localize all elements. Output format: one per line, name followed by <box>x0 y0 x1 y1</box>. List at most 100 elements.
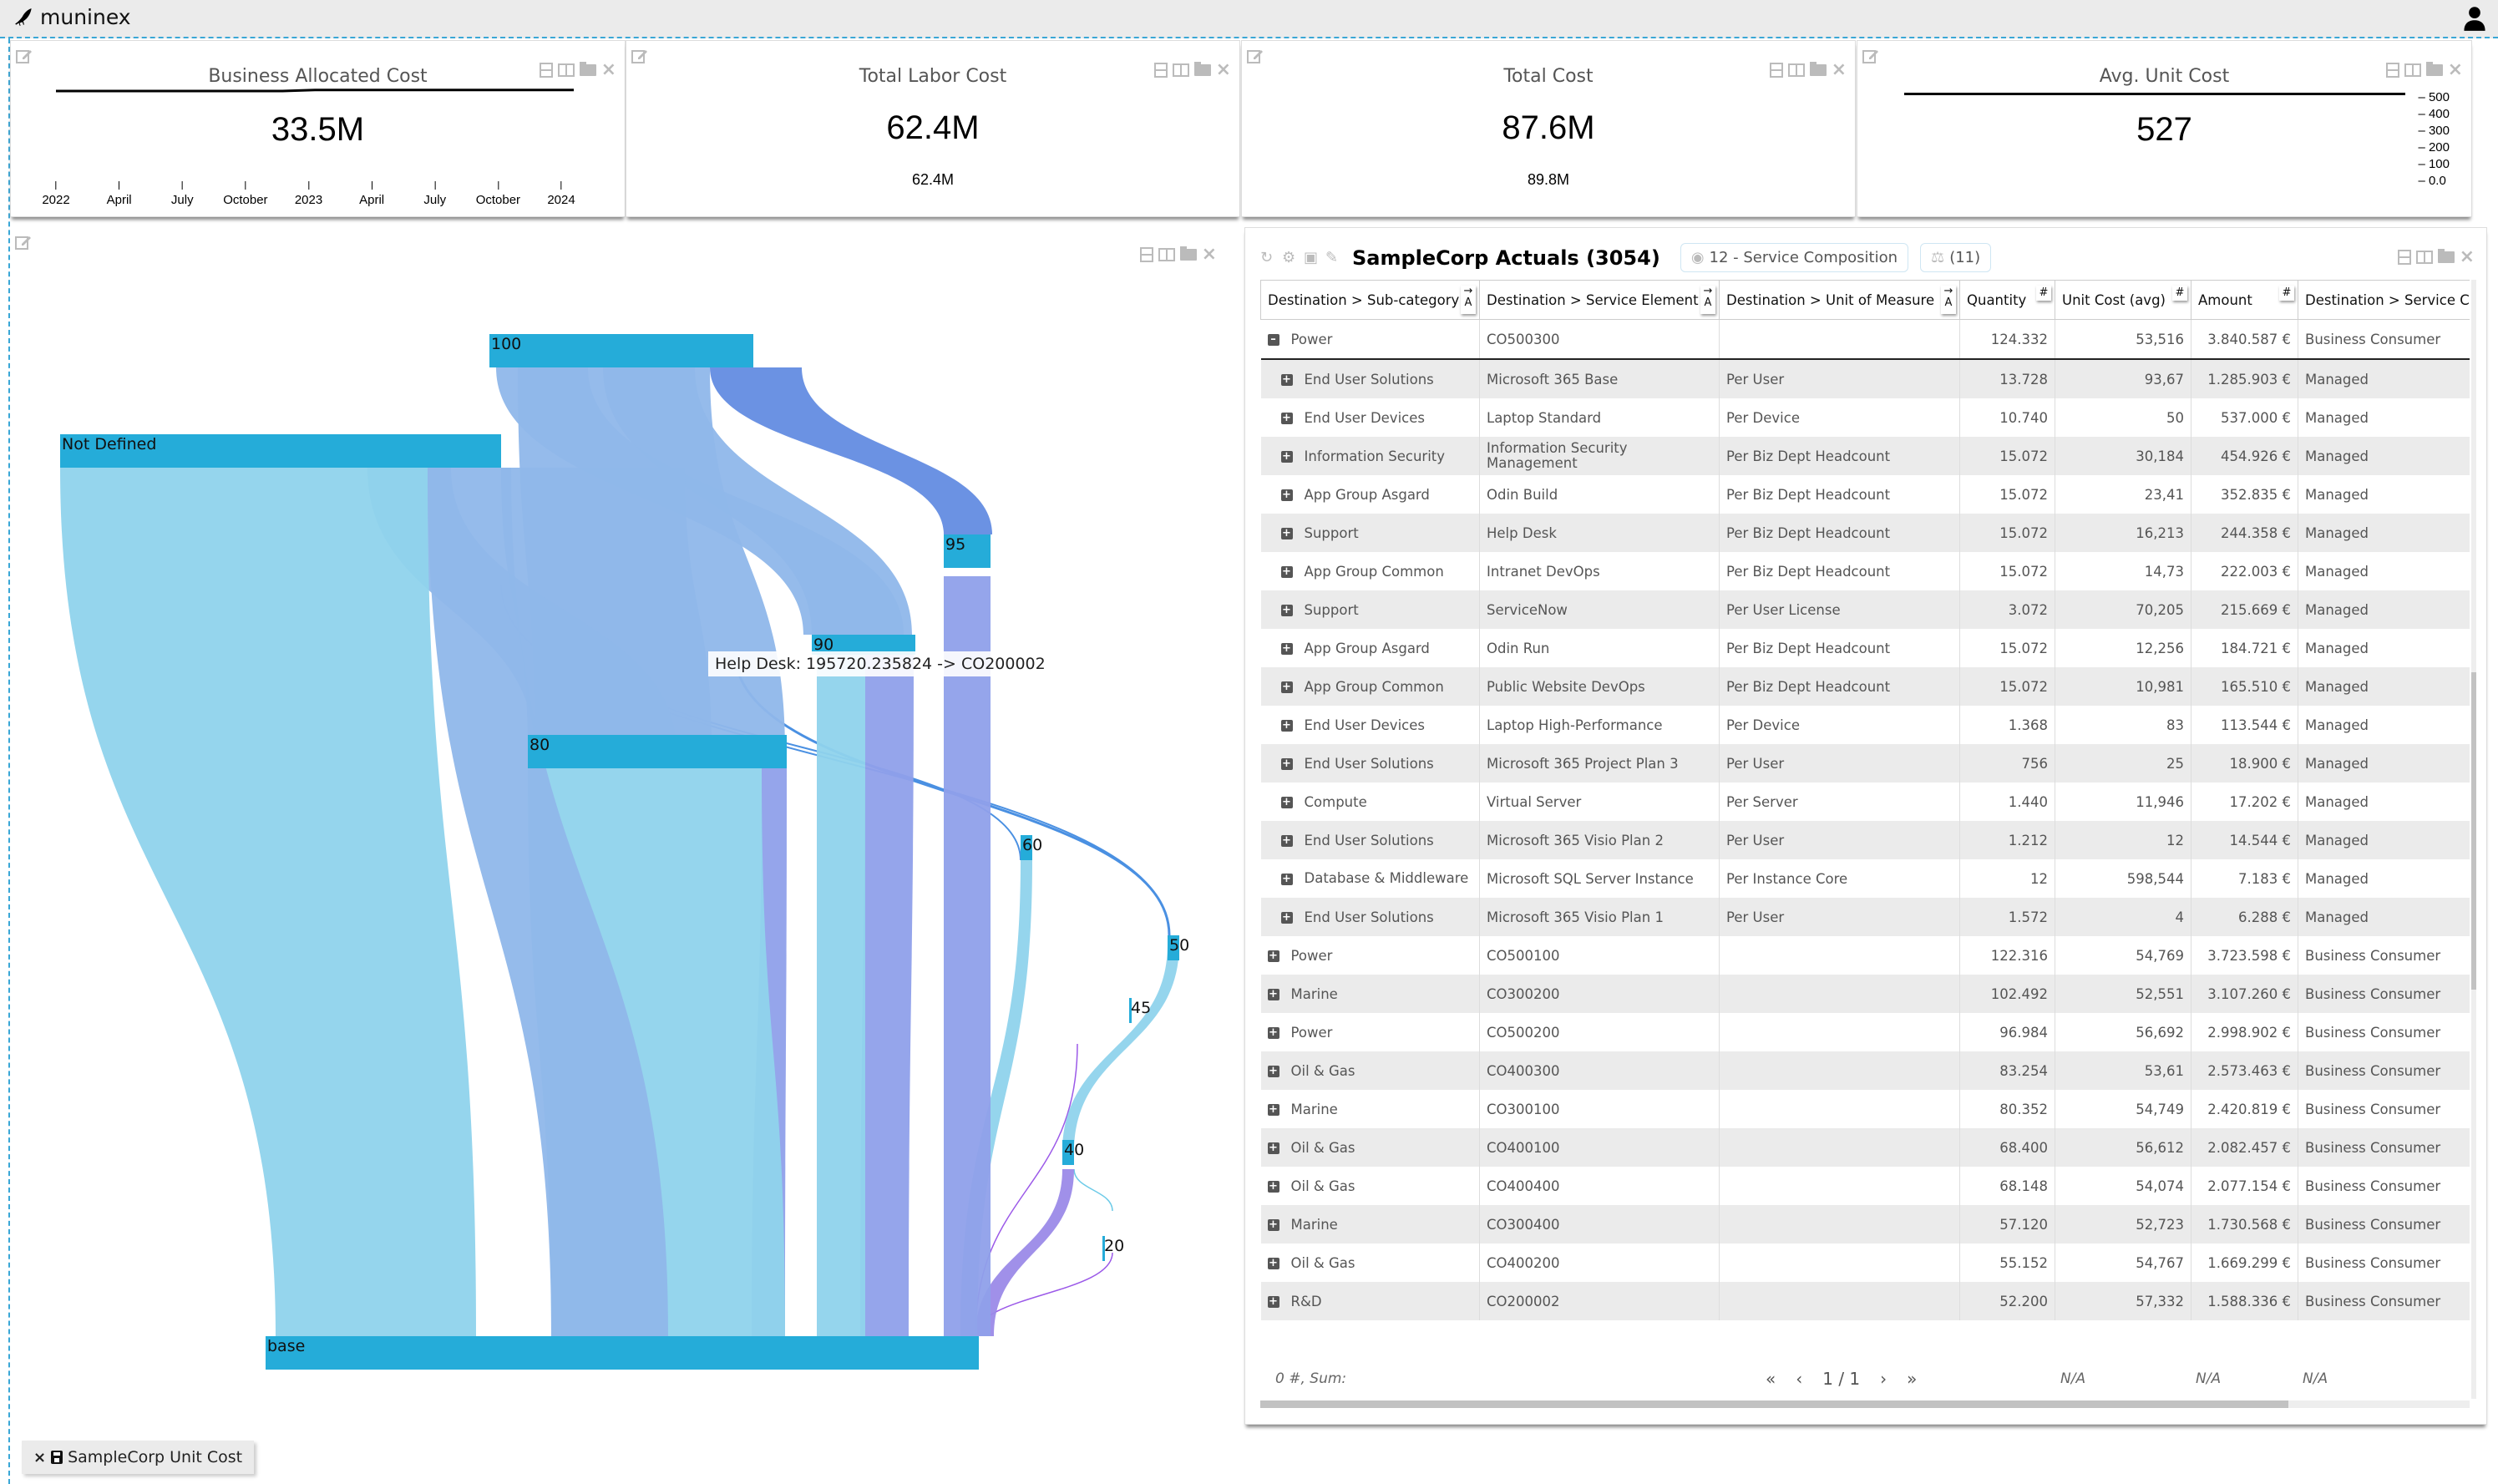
expand-icon[interactable]: + <box>1267 1104 1279 1116</box>
split-vertical-icon[interactable] <box>2415 251 2433 264</box>
edit-icon[interactable] <box>1247 48 1264 64</box>
refresh-icon[interactable]: ↻ <box>1260 250 1275 266</box>
next-page-button[interactable]: › <box>1880 1369 1887 1389</box>
expand-icon[interactable]: + <box>1280 605 1293 616</box>
sankey-link[interactable] <box>1073 1168 1113 1212</box>
table-row[interactable]: + Oil & Gas CO400100 68.400 56,612 2.082.457 … <box>1260 1128 2470 1167</box>
table-row[interactable]: + Database & Middleware Microsoft SQL Serv… <box>1260 859 2470 898</box>
expand-icon[interactable]: + <box>1280 835 1293 847</box>
table-row[interactable]: + Support ServiceNow Per User License 3.072 7… <box>1260 590 2470 629</box>
table-row[interactable]: + End User Devices Laptop Standard Per Devi… <box>1260 398 2470 437</box>
sort-icon[interactable]: # <box>2172 286 2187 301</box>
edit-icon[interactable]: ✎ <box>1325 250 1340 266</box>
table-row[interactable]: + Compute Virtual Server Per Server 1.440 11,… <box>1260 783 2470 821</box>
sort-icon[interactable]: → A <box>1700 286 1715 314</box>
expand-icon[interactable]: + <box>1267 1296 1279 1308</box>
vertical-scrollbar[interactable] <box>2471 280 2476 1399</box>
column-header[interactable]: Destination > Sub-category → A <box>1260 280 1480 320</box>
table-row[interactable]: + App Group Asgard Odin Build Per Biz Dept … <box>1260 475 2470 514</box>
expand-icon[interactable]: + <box>1280 566 1293 578</box>
collapse-icon[interactable]: – <box>1267 334 1279 346</box>
column-header[interactable]: Destination > Service C <box>2298 280 2470 320</box>
table-row[interactable]: + End User Solutions Microsoft 365 Base Per… <box>1260 359 2470 398</box>
export-icon[interactable]: ▣ <box>1304 250 1319 266</box>
view-selector[interactable]: ◉ 12 - Service Composition <box>1680 243 1909 272</box>
sankey-link[interactable] <box>817 651 865 1336</box>
expand-icon[interactable]: + <box>1280 489 1293 501</box>
split-horizontal-icon[interactable] <box>2397 250 2411 265</box>
sort-icon[interactable]: → A <box>1461 286 1476 314</box>
sankey-node[interactable]: 60 <box>1021 835 1042 860</box>
last-page-button[interactable]: » <box>1907 1369 1917 1389</box>
saved-view-tab[interactable]: × SampleCorp Unit Cost <box>22 1441 255 1474</box>
sankey-node[interactable]: 100 <box>489 334 753 367</box>
table-row[interactable]: – Power CO500300 124.332 53,516 3.840.587 € Bu… <box>1260 319 2470 360</box>
expand-icon[interactable]: + <box>1280 912 1293 924</box>
edit-icon[interactable] <box>1862 48 1879 64</box>
sankey-node[interactable]: 20 <box>1102 1236 1124 1261</box>
folder-icon[interactable] <box>2437 249 2455 263</box>
expand-icon[interactable]: + <box>1280 643 1293 655</box>
expand-icon[interactable]: + <box>1267 1258 1279 1269</box>
table-row[interactable]: + Oil & Gas CO400300 83.254 53,61 2.573.463 €… <box>1260 1051 2470 1090</box>
table-row[interactable]: + Power CO500200 96.984 56,692 2.998.902 € Bus… <box>1260 1013 2470 1051</box>
sankey-link[interactable] <box>860 651 914 1336</box>
table-row[interactable]: + R&D CO200002 52.200 57,332 1.588.336 € Busin… <box>1260 1282 2470 1320</box>
user-icon[interactable] <box>2463 5 2486 32</box>
table-row[interactable]: + Power CO500100 122.316 54,769 3.723.598 € Bu… <box>1260 936 2470 975</box>
expand-icon[interactable]: + <box>1280 451 1293 463</box>
table-row[interactable]: + End User Solutions Microsoft 365 Project… <box>1260 744 2470 783</box>
expand-icon[interactable]: + <box>1267 989 1279 1000</box>
table-row[interactable]: + End User Solutions Microsoft 365 Visio P… <box>1260 898 2470 936</box>
expand-icon[interactable]: + <box>1267 1219 1279 1231</box>
filter-button[interactable]: ⚖ (11) <box>1920 243 1992 272</box>
expand-icon[interactable]: + <box>1280 873 1293 885</box>
expand-icon[interactable]: + <box>1280 681 1293 693</box>
column-header[interactable]: Amount # <box>2191 280 2298 320</box>
sankey-link[interactable] <box>1062 944 1179 1152</box>
expand-icon[interactable]: + <box>1267 950 1279 962</box>
expand-icon[interactable]: + <box>1267 1066 1279 1077</box>
first-page-button[interactable]: « <box>1766 1369 1776 1389</box>
sankey-node[interactable]: base <box>266 1336 979 1370</box>
expand-icon[interactable]: + <box>1280 528 1293 539</box>
sankey-link[interactable] <box>944 576 991 1336</box>
save-icon[interactable] <box>51 1451 63 1464</box>
column-header[interactable]: Unit Cost (avg) # <box>2055 280 2191 320</box>
sankey-chart[interactable]: Not Defined1009590806050454020base <box>0 0 1236 1378</box>
horizontal-scrollbar[interactable] <box>1260 1400 2470 1408</box>
table-row[interactable]: + Marine CO300400 57.120 52,723 1.730.568 € Bu… <box>1260 1205 2470 1243</box>
column-header[interactable]: Destination > Service Element → A <box>1479 280 1720 320</box>
gear-icon[interactable]: ⚙ <box>1282 250 1297 266</box>
close-icon[interactable]: × <box>2460 248 2475 266</box>
table-row[interactable]: + End User Devices Laptop High-Performance… <box>1260 706 2470 744</box>
expand-icon[interactable]: + <box>1280 720 1293 732</box>
expand-icon[interactable]: + <box>1280 797 1293 808</box>
close-icon[interactable]: × <box>33 1449 46 1466</box>
expand-icon[interactable]: + <box>1280 374 1293 386</box>
column-header[interactable]: Destination > Unit of Measure → A <box>1719 280 1960 320</box>
table-row[interactable]: + Oil & Gas CO400400 68.148 54,074 2.077.154 … <box>1260 1167 2470 1205</box>
expand-icon[interactable]: + <box>1267 1142 1279 1154</box>
column-header[interactable]: Quantity # <box>1959 280 2055 320</box>
table-row[interactable]: + Support Help Desk Per Biz Dept Headcount 1… <box>1260 514 2470 552</box>
expand-icon[interactable]: + <box>1267 1027 1279 1039</box>
sankey-node[interactable]: Not Defined <box>60 434 501 468</box>
sankey-node[interactable]: 80 <box>528 735 787 768</box>
table-row[interactable]: + Information Security Information Securit… <box>1260 437 2470 475</box>
table-row[interactable]: + Marine CO300100 80.352 54,749 2.420.819 € Bu… <box>1260 1090 2470 1128</box>
expand-icon[interactable]: + <box>1280 758 1293 770</box>
table-row[interactable]: + App Group Common Public Website DevOps Pe… <box>1260 667 2470 706</box>
table-row[interactable]: + End User Solutions Microsoft 365 Visio P… <box>1260 821 2470 859</box>
sankey-node[interactable]: 40 <box>1062 1140 1084 1165</box>
expand-icon[interactable]: + <box>1267 1181 1279 1193</box>
prev-page-button[interactable]: ‹ <box>1796 1369 1802 1389</box>
sankey-node[interactable]: 95 <box>944 534 991 568</box>
sort-icon[interactable]: # <box>2279 286 2294 301</box>
table-row[interactable]: + App Group Common Intranet DevOps Per Biz … <box>1260 552 2470 590</box>
sankey-link[interactable] <box>60 468 476 1336</box>
expand-icon[interactable]: + <box>1280 413 1293 424</box>
sankey-node[interactable]: 50 <box>1168 935 1189 960</box>
sort-icon[interactable]: → A <box>1941 286 1956 314</box>
table-row[interactable]: + Marine CO300200 102.492 52,551 3.107.260 € B… <box>1260 975 2470 1013</box>
